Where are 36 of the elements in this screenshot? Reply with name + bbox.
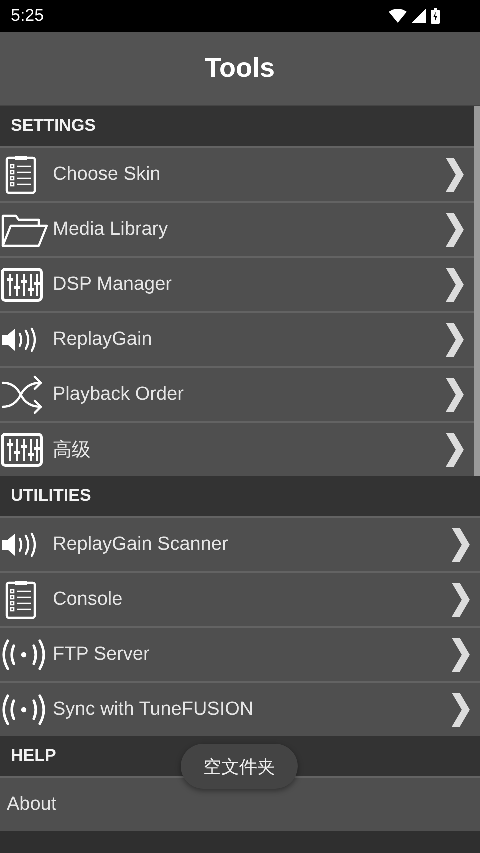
menu-item[interactable]: Playback Order (0, 366, 474, 421)
item-label: 高级 (53, 438, 92, 462)
page-title: Tools (205, 53, 275, 84)
menu-item[interactable]: Console (0, 571, 480, 626)
item-label: DSP Manager (53, 274, 173, 296)
menu-item[interactable]: Media Library (0, 201, 474, 256)
equalizer-icon (1, 268, 43, 302)
item-label: Choose Skin (53, 164, 162, 186)
menu-item[interactable]: ReplayGain (0, 311, 474, 366)
shuffle-icon (1, 374, 45, 414)
item-label: Console (53, 588, 124, 610)
menu-item[interactable]: Sync with TuneFUSION (0, 681, 480, 736)
menu-item[interactable]: About (0, 776, 480, 831)
section-title: UTILITIES (11, 486, 92, 506)
menu-item[interactable]: 高级 (0, 421, 474, 476)
broadcast-icon (1, 638, 47, 672)
broadcast-icon (1, 692, 47, 726)
clock-time: 5:25 (11, 6, 44, 26)
empty-folder-toast: 空文件夹 (181, 744, 298, 789)
wifi-icon (389, 9, 407, 23)
menu-item[interactable]: DSP Manager (0, 256, 474, 311)
battery-icon (431, 8, 440, 24)
section-title: HELP (11, 746, 56, 766)
item-label: Media Library (53, 218, 170, 240)
item-label: Playback Order (53, 384, 185, 406)
menu-item[interactable]: ReplayGain Scanner (0, 516, 480, 571)
signal-icon (412, 9, 426, 23)
menu-item[interactable]: FTP Server (0, 626, 480, 681)
section-title: SETTINGS (11, 116, 96, 136)
menu-item[interactable]: Choose Skin (0, 146, 474, 201)
item-label: Sync with TuneFUSION (53, 698, 255, 720)
item-label: ReplayGain Scanner (53, 534, 230, 556)
equalizer-icon (1, 432, 43, 466)
item-label: About (7, 794, 58, 816)
item-label: FTP Server (53, 644, 151, 666)
item-label: ReplayGain (53, 328, 154, 350)
